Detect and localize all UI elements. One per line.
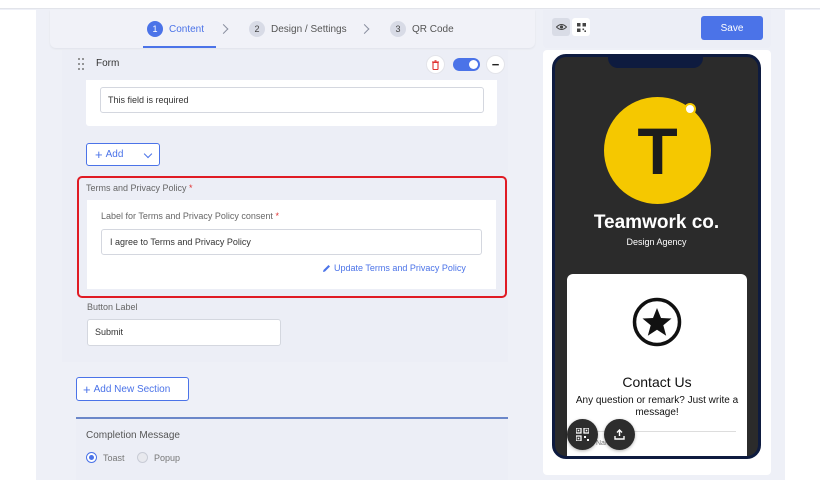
left-gutter [0,10,36,480]
radio-dot[interactable] [86,452,97,463]
radio-popup[interactable]: Popup [137,452,180,463]
step-label: QR Code [412,23,454,35]
radio-dot[interactable] [137,452,148,463]
radio-label: Popup [154,452,181,463]
upload-icon [614,429,625,440]
logo-badge [684,103,696,115]
drag-handle-icon[interactable] [78,58,84,70]
pencil-icon [323,264,330,272]
company-logo: T [604,97,711,204]
radio-label: Toast [103,452,125,463]
collapse-section-button[interactable]: − [486,55,505,74]
terms-title-text: Terms and Privacy Policy [86,183,187,193]
chevron-right-icon [359,24,370,34]
add-field-label: Add [105,149,124,160]
qr-code-icon [576,428,589,441]
step-number: 1 [147,21,163,37]
radio-toast[interactable]: Toast [86,452,125,463]
plus-icon: + [95,147,103,162]
save-button[interactable]: Save [701,16,763,40]
phone-notch [608,54,703,68]
section-enabled-toggle[interactable] [453,58,480,71]
step-label: Content [169,23,205,35]
contact-title: Contact Us [622,374,692,390]
share-fab-button[interactable] [604,419,635,450]
step-number: 3 [390,21,406,37]
form-section-title: Form [96,58,120,69]
button-label-title: Button Label [87,302,138,312]
required-mark: * [275,211,279,221]
stepper: 1 Content 2 Design / Settings 3 QR Code [50,10,535,48]
company-name: Teamwork co. [593,212,720,233]
top-bar [0,0,820,9]
preview-mode-button[interactable] [552,18,570,36]
step-number: 2 [249,21,265,37]
step-qr-code[interactable]: 3 QR Code [390,10,454,48]
contact-subtitle: Any question or remark? Just write a mes… [575,395,739,418]
trash-icon [432,59,439,70]
step-label: Design / Settings [271,23,347,35]
plus-icon: + [83,381,91,397]
consent-label-text: Label for Terms and Privacy Policy conse… [101,211,273,221]
required-mark: * [189,183,193,193]
chevron-down-icon[interactable] [143,149,153,159]
star-icon [632,297,682,347]
right-gutter [785,10,820,480]
form-section-header[interactable]: Form − [62,50,508,78]
chevron-right-icon [218,24,229,34]
name-field-divider [578,431,736,432]
add-new-section-button[interactable]: + Add New Section [76,377,189,401]
button-label-input[interactable]: Submit [87,319,281,346]
required-message-input[interactable]: This field is required [100,87,484,113]
company-tagline: Design Agency [626,237,687,247]
completion-message-title: Completion Message [86,430,180,441]
minus-icon: − [491,57,500,72]
qr-mode-button[interactable] [572,18,590,36]
step-design-settings[interactable]: 2 Design / Settings [249,10,347,48]
consent-label-input[interactable]: I agree to Terms and Privacy Policy [101,229,482,255]
delete-section-button[interactable] [426,55,445,74]
qr-code-icon [576,22,586,32]
step-content[interactable]: 1 Content [142,10,217,48]
add-new-section-label: Add New Section [93,383,171,395]
completion-message-card [76,417,508,480]
add-field-button[interactable]: + Add [86,143,160,166]
update-terms-link[interactable]: Update Terms and Privacy Policy [322,263,466,273]
terms-section-title: Terms and Privacy Policy * [86,183,193,193]
eye-icon [555,24,567,30]
consent-label: Label for Terms and Privacy Policy conse… [101,211,279,221]
update-terms-label: Update Terms and Privacy Policy [334,263,466,273]
qr-fab-button[interactable] [567,419,598,450]
